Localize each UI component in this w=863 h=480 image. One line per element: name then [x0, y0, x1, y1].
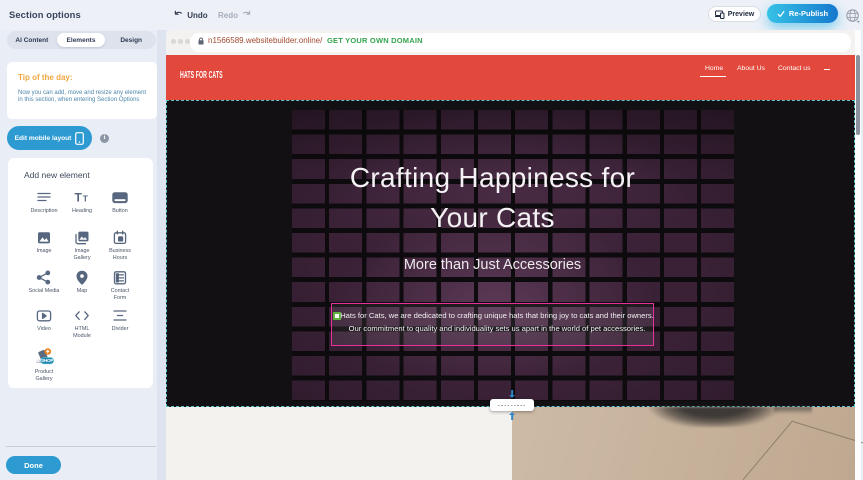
svg-text:T: T: [75, 191, 83, 205]
svg-text:T: T: [83, 194, 89, 204]
svg-text:SHOP: SHOP: [41, 358, 53, 363]
